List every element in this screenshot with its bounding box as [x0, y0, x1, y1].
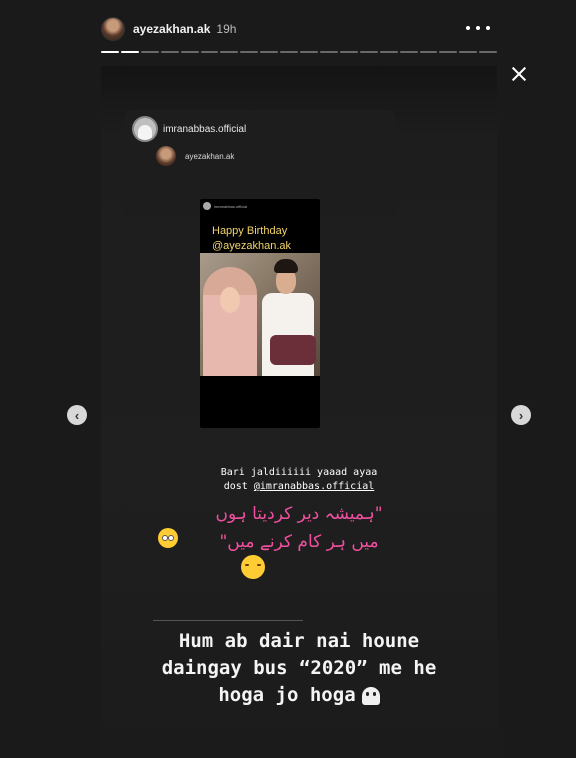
- username[interactable]: ayezakhan.ak: [133, 22, 210, 36]
- urdu-line1: "ہمیشہ دیر کردیتا ہوں: [215, 504, 383, 524]
- chevron-left-icon[interactable]: ‹: [67, 405, 87, 425]
- card-avatar: [203, 202, 211, 210]
- divider: [153, 620, 303, 621]
- timestamp: 19h: [216, 22, 237, 36]
- progress-segment: [101, 51, 119, 53]
- card-title: Happy Birthday @ayezakhan.ak: [212, 224, 312, 254]
- progress-segment: [419, 51, 438, 53]
- progress-segment: [160, 51, 179, 53]
- progress-segment: [220, 51, 239, 53]
- story-content[interactable]: imranabbas.official ayezakhan.ak imranab…: [101, 66, 497, 758]
- mention-avatar: [156, 146, 176, 166]
- progress-segment: [379, 51, 398, 53]
- bottom-text-line3: hoga jo hoga: [218, 684, 356, 706]
- story-header: ayezakhan.ak 19h: [101, 14, 496, 44]
- progress-segment: [399, 51, 418, 53]
- progress-segment: [200, 51, 219, 53]
- ghost-emoji-icon: [361, 686, 380, 705]
- repost-author-avatar: [132, 116, 158, 142]
- bottom-text-line1: Hum ab dair nai houne: [178, 630, 420, 652]
- bottom-text: Hum ab dair nai houne daingay bus “2020”…: [101, 628, 497, 709]
- caption-line1: Bari jaldiiiiii yaaad ayaa: [220, 467, 378, 478]
- card-username: imranabbas.official: [214, 203, 248, 209]
- card-title-line1: Happy Birthday: [212, 225, 288, 237]
- chevron-right-icon[interactable]: ›: [511, 405, 531, 425]
- card-title-line2: @ayezakhan.ak: [212, 240, 292, 252]
- progress-segment: [300, 51, 318, 53]
- progress-segment: [439, 51, 458, 53]
- close-icon[interactable]: [509, 64, 529, 84]
- eye-roll-emoji-icon: [158, 528, 178, 548]
- urdu-quote: "ہمیشہ دیر کردیتا ہوں میں ہر کام کرنے می…: [101, 500, 497, 556]
- pensive-emoji-icon: [241, 555, 265, 579]
- more-horizontal-icon[interactable]: [466, 18, 490, 38]
- caption-line2-prefix: dost: [223, 481, 254, 492]
- progress-segment: [359, 51, 378, 53]
- progress-segment: [280, 51, 299, 53]
- progress-segment: [339, 51, 358, 53]
- progress-segment: [479, 51, 498, 53]
- progress-segment: [240, 51, 259, 53]
- caption-text: Bari jaldiiiiii yaaad ayaa dost @imranab…: [101, 466, 497, 494]
- progress-segment: [260, 51, 279, 53]
- progress-segment: [140, 51, 159, 53]
- mention-name: ayezakhan.ak: [185, 151, 235, 161]
- couple-photo: [200, 253, 320, 376]
- repost-author-name: imranabbas.official: [163, 123, 247, 135]
- progress-segment: [180, 51, 199, 53]
- bottom-text-line2: daingay bus “2020” me he: [161, 657, 437, 679]
- shared-story-card[interactable]: imranabbas.official Happy Birthday @ayez…: [200, 199, 320, 428]
- mention-link[interactable]: @imranabbas.official: [254, 481, 374, 492]
- avatar[interactable]: [101, 17, 125, 41]
- progress-segment: [459, 51, 478, 53]
- story-progress-bar: [101, 51, 498, 53]
- progress-segment: [120, 51, 139, 53]
- progress-segment: [319, 51, 338, 53]
